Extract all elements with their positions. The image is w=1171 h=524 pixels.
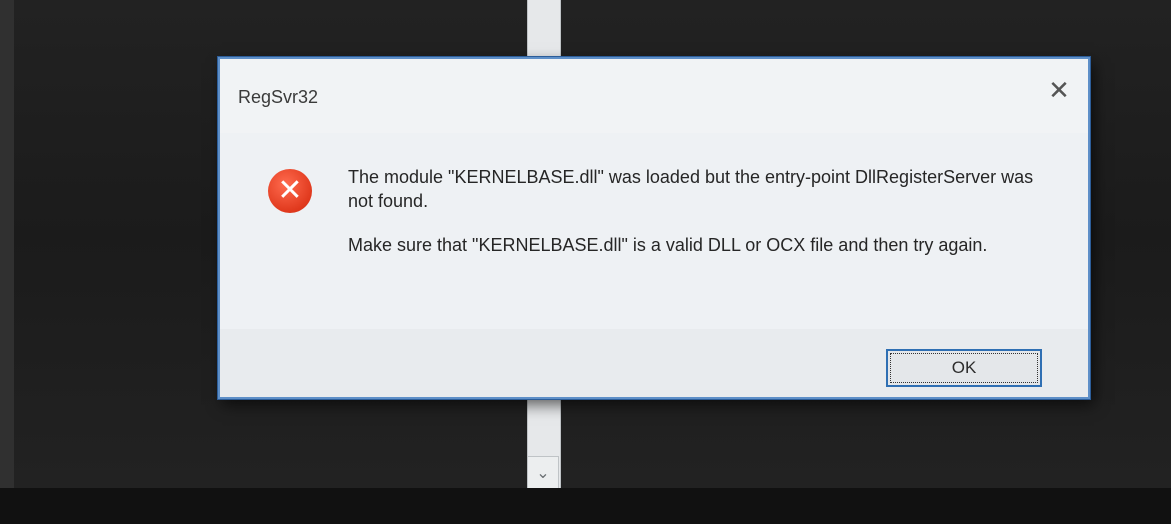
error-dialog: RegSvr32 ✕ ✕ The module "KERNELBASE.dll"…: [218, 57, 1090, 399]
desktop-edge: [0, 0, 14, 524]
close-icon: ✕: [1048, 75, 1070, 105]
scroll-down-button[interactable]: ⌄: [527, 456, 559, 492]
instruction-message: Make sure that "KERNELBASE.dll" is a val…: [348, 235, 988, 255]
ok-button[interactable]: OK: [886, 349, 1042, 387]
error-icon: ✕: [268, 169, 312, 213]
chevron-down-icon: ⌄: [536, 465, 550, 482]
dialog-footer: OK: [220, 329, 1088, 397]
desktop-bottom: [0, 488, 1171, 524]
title-bar[interactable]: RegSvr32 ✕: [220, 59, 1088, 133]
dialog-body: ✕ The module "KERNELBASE.dll" was loaded…: [220, 133, 1088, 329]
screen: ⌄ RegSvr32 ✕ ✕ The module "KERNELBASE.dl…: [0, 0, 1171, 524]
error-message: The module "KERNELBASE.dll" was loaded b…: [348, 167, 1034, 211]
dialog-title: RegSvr32: [238, 87, 319, 107]
close-button[interactable]: ✕: [1042, 73, 1076, 107]
